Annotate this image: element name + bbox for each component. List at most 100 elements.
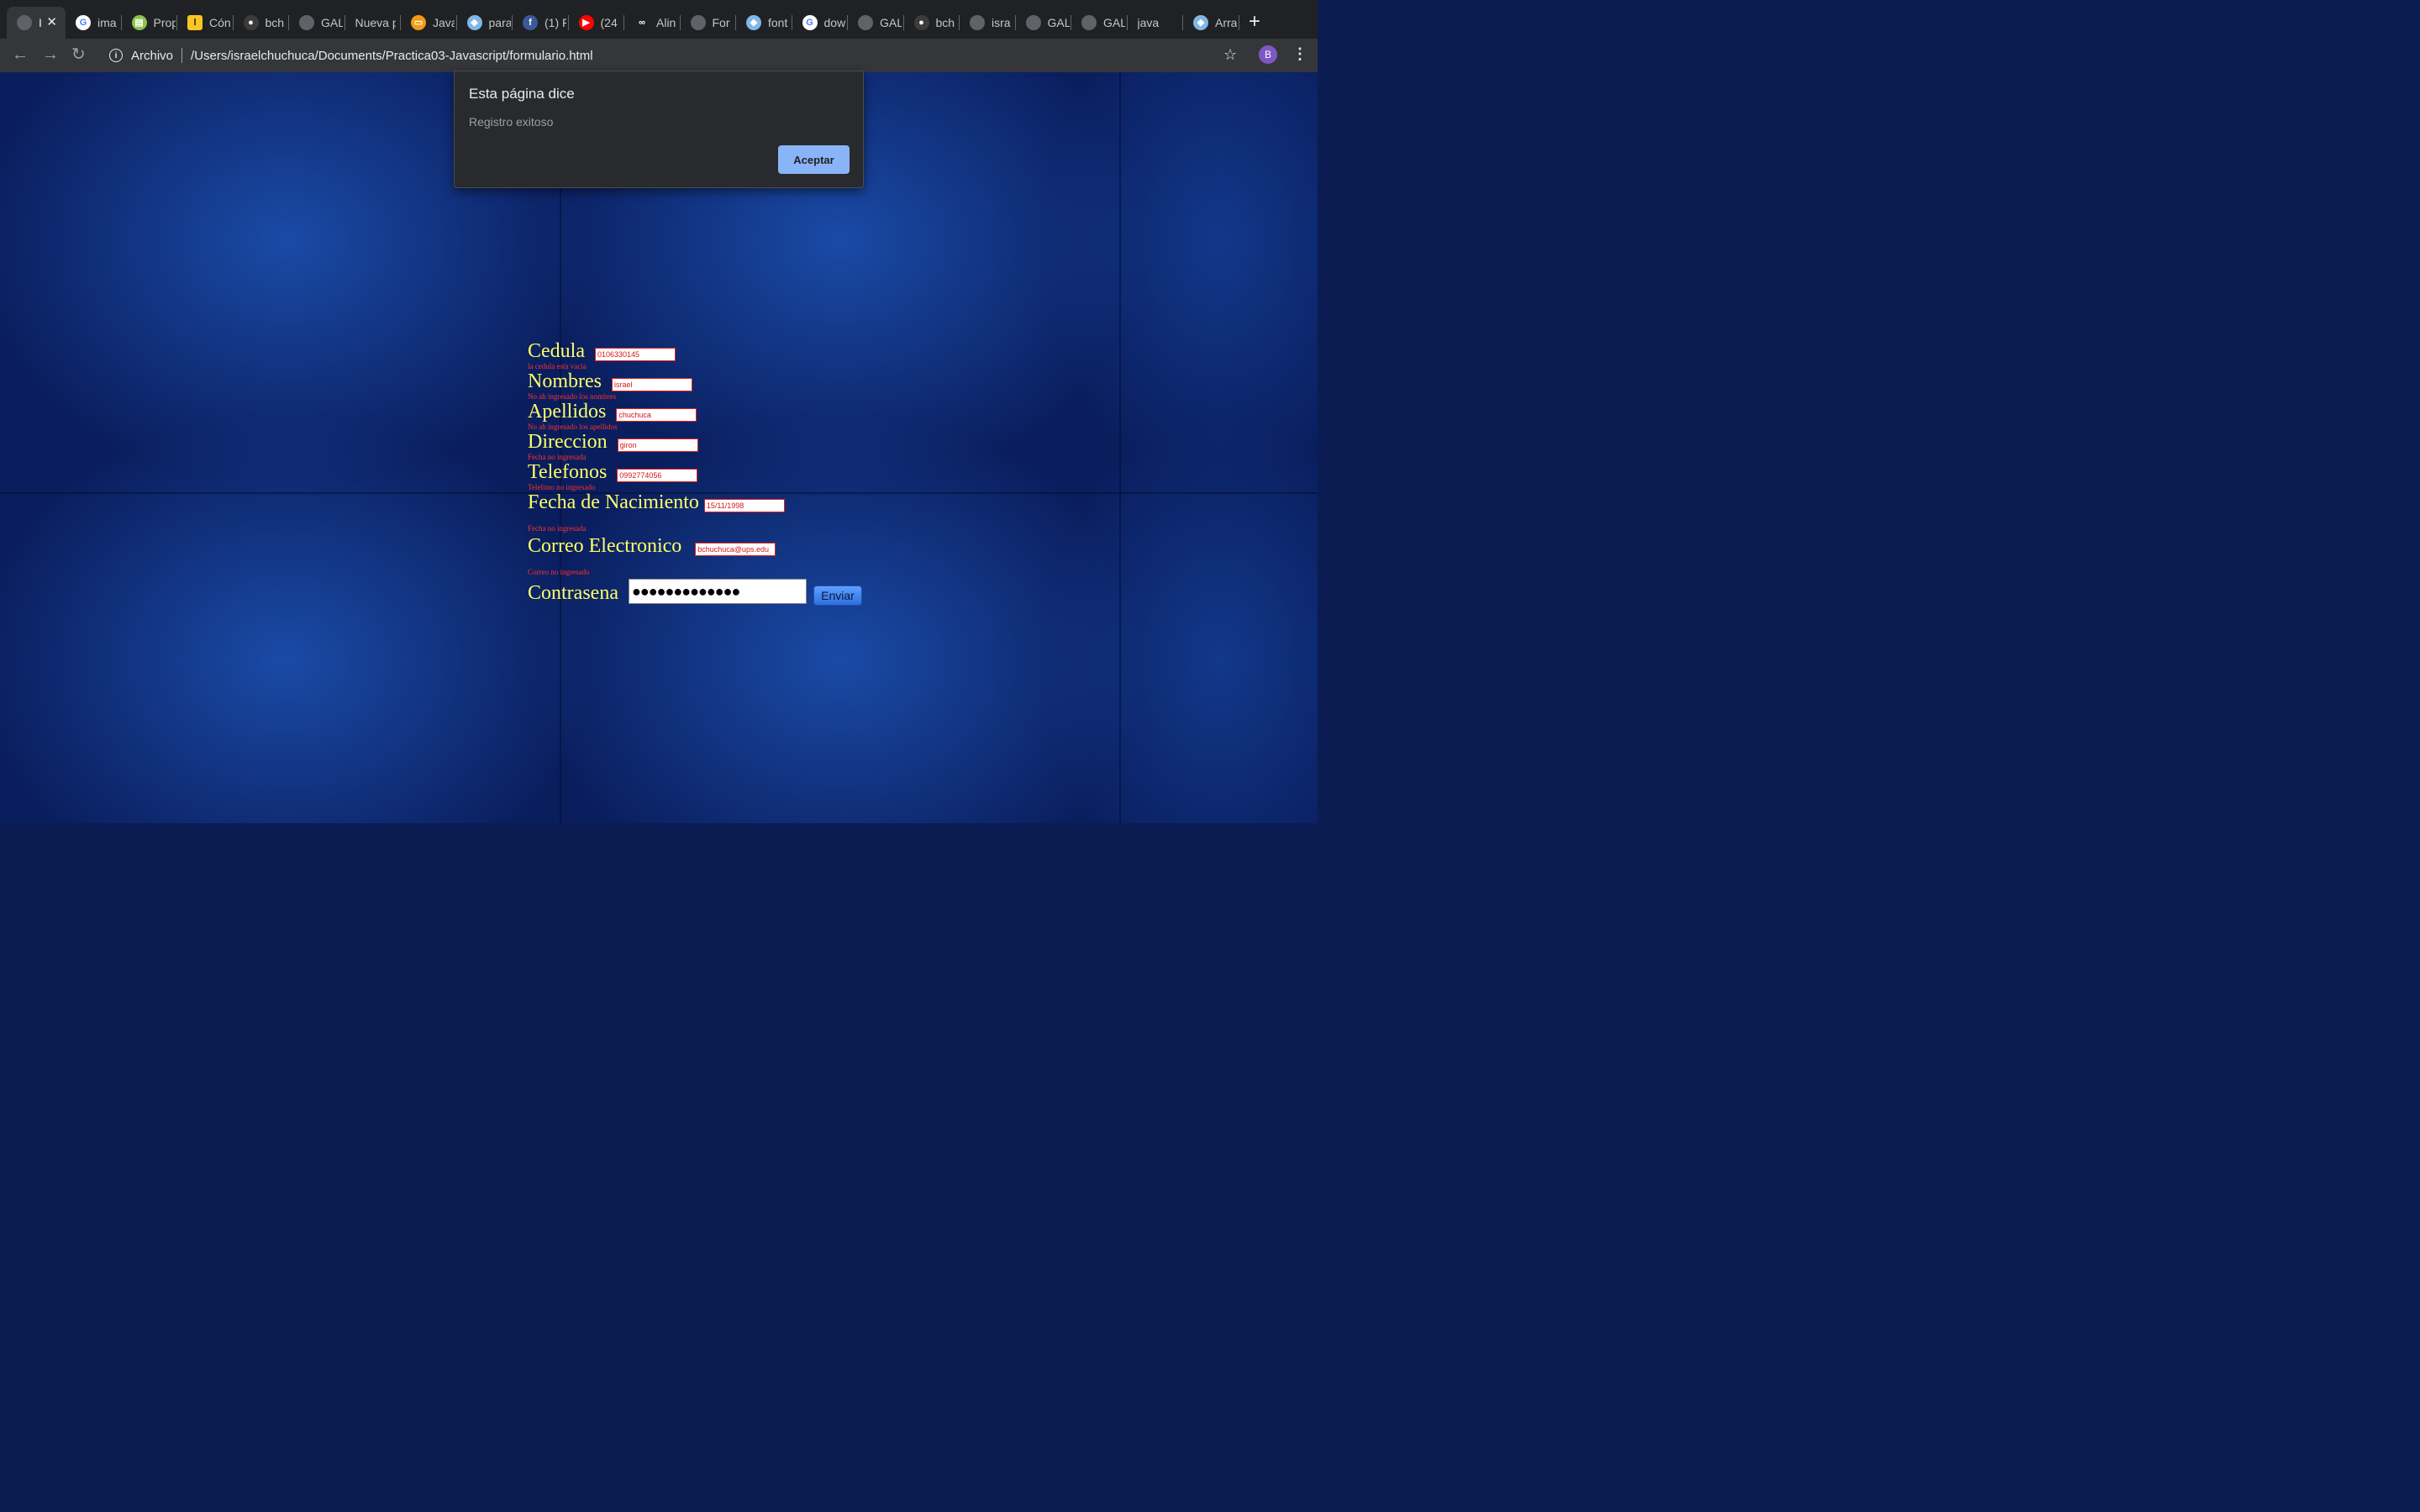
browser-tab[interactable]: ▤ Prop — [122, 7, 177, 39]
browser-tab[interactable]: ▶ (24 — [569, 7, 624, 39]
cedula-row: Cedula 0106330145 — [528, 341, 676, 361]
accept-button[interactable]: Aceptar — [778, 145, 850, 174]
direccion-error: Fecha no ingresada — [528, 453, 587, 461]
browser-tab[interactable]: ● bch — [904, 7, 960, 39]
bookmark-icon: l — [187, 15, 203, 30]
browser-tab[interactable]: ∞ Alin — [624, 7, 681, 39]
tab-title: bch — [265, 16, 285, 29]
browser-tab[interactable]: ◆ Arra — [1183, 7, 1239, 39]
profile-avatar[interactable]: B — [1259, 45, 1277, 64]
direccion-input[interactable]: giron — [617, 438, 698, 452]
browser-tab[interactable]: ◆ para — [457, 7, 513, 39]
apellidos-label: Apellidos — [528, 401, 607, 423]
tab-title: ima — [97, 16, 117, 29]
globe-icon — [17, 15, 32, 30]
apellidos-row: Apellidos chuchuca — [528, 402, 697, 422]
browser-tab[interactable]: Gdow — [792, 7, 848, 39]
info-icon[interactable]: i — [109, 49, 123, 62]
new-tab-button[interactable]: + — [1249, 11, 1260, 33]
correo-label: Correo Electronico — [528, 535, 682, 557]
cedula-error: la cedula esta vacia — [528, 362, 587, 370]
close-icon[interactable]: ✕ — [46, 14, 57, 29]
tab-title: GAL — [880, 16, 902, 29]
correo-input[interactable]: bchuchuca@ups.edu — [695, 543, 776, 556]
bookmark-star-icon[interactable]: ☆ — [1223, 46, 1237, 64]
correo-error: Correo no ingresado — [528, 568, 590, 576]
tab-title: para — [488, 16, 511, 29]
fecha-input[interactable]: 15/11/1998 — [703, 499, 785, 512]
submit-button[interactable]: Enviar — [813, 585, 862, 606]
browser-tab[interactable]: l Cón — [177, 7, 234, 39]
browser-tab[interactable]: isra — [960, 7, 1016, 39]
bird-icon: ◆ — [466, 15, 482, 30]
browser-tab[interactable]: For — [681, 7, 736, 39]
browser-tab[interactable]: GAL — [289, 7, 345, 39]
tab-title: Java — [433, 16, 455, 29]
back-arrow-icon[interactable]: ← — [12, 45, 29, 64]
apellidos-input[interactable]: chuchuca — [616, 408, 697, 422]
dialog-title: Esta página dice — [469, 86, 575, 102]
telefonos-label: Telefonos — [528, 461, 608, 483]
globe-icon — [1025, 15, 1041, 30]
cedula-input[interactable]: 0106330145 — [594, 348, 676, 361]
tab-title: isra — [992, 16, 1011, 29]
github-icon: ● — [243, 15, 259, 30]
tab-title: GAL — [1103, 16, 1125, 29]
cedula-label: Cedula — [528, 340, 585, 362]
forward-arrow-icon[interactable]: → — [42, 45, 59, 64]
dialog-message: Registro exitoso — [469, 115, 554, 129]
browser-tab[interactable]: GAL — [1071, 7, 1128, 39]
tab-title: bch — [935, 16, 955, 29]
apellidos-error: No ah ingresado los apellidos — [528, 423, 618, 431]
tab-title: Nueva p — [355, 16, 396, 29]
tab-title: dow — [823, 16, 846, 29]
menu-kebab-icon[interactable]: ⋮ — [1292, 45, 1307, 63]
globe-icon — [1081, 15, 1097, 30]
alert-dialog: Esta página dice Registro exitoso Acepta… — [454, 71, 864, 188]
tab-title: Alin — [656, 16, 676, 29]
browser-tab[interactable]: Nueva p — [345, 7, 401, 39]
address-bar[interactable]: i Archivo /Users/israelchuchuca/Document… — [99, 43, 1254, 68]
chart-icon: ▤ — [131, 15, 147, 30]
nombres-row: Nombres israel — [528, 371, 692, 391]
telefonos-row: Telefonos 0992774056 — [528, 461, 698, 483]
nombres-input[interactable]: israel — [611, 378, 692, 391]
url-text[interactable]: /Users/israelchuchuca/Documents/Practica… — [191, 49, 593, 63]
presentation-icon: ▭ — [411, 15, 426, 30]
fecha-row: Fecha de Nacimiento 15/11/1998 — [528, 492, 785, 512]
tab-title: GAL — [321, 16, 343, 29]
tab-title: Cón — [209, 16, 231, 29]
correo-row: Correo Electronico bchuchuca@ups.edu — [528, 536, 776, 556]
background-seam — [1119, 72, 1121, 823]
browser-tab[interactable]: GAL — [848, 7, 904, 39]
tab-title: (1) F — [544, 16, 566, 29]
telefonos-input[interactable]: 0992774056 — [617, 469, 698, 482]
tab-strip: I ✕ Gima ▤ Prop l Cón ● bch GAL Nueva p ▭ Java ◆ para f… — [0, 0, 1318, 39]
browser-tab[interactable]: f (1) F — [513, 7, 569, 39]
nombres-label: Nombres — [528, 370, 602, 392]
browser-tab[interactable]: GAL — [1016, 7, 1071, 39]
youtube-icon: ▶ — [578, 15, 594, 30]
password-input[interactable]: ●●●●●●●●●●●●● — [629, 579, 807, 604]
github-icon: ● — [913, 15, 929, 30]
reload-icon[interactable]: ↻ — [71, 45, 86, 64]
direccion-label: Direccion — [528, 431, 608, 453]
bird-icon: ◆ — [1193, 15, 1208, 30]
browser-tab[interactable]: ▭ Java — [401, 7, 457, 39]
tab-title: java — [1137, 16, 1160, 29]
tab-title: Prop — [153, 16, 176, 29]
direccion-row: Direccion giron — [528, 432, 698, 452]
browser-tab[interactable]: java — [1128, 7, 1183, 39]
contrasena-label: Contrasena — [528, 582, 618, 604]
browser-tab[interactable]: Gima — [66, 7, 122, 39]
browser-tab[interactable]: I ✕ — [7, 7, 66, 39]
bird-icon: ◆ — [746, 15, 761, 30]
telefonos-error: Telefono no ingresado — [528, 483, 596, 491]
tab-title: font — [768, 16, 788, 29]
tab-title: For — [712, 16, 730, 29]
browser-tab[interactable]: ● bch — [234, 7, 289, 39]
browser-tab[interactable]: ◆ font — [736, 7, 792, 39]
contrasena-row: Contrasena — [528, 583, 618, 603]
globe-icon — [690, 15, 706, 30]
globe-icon — [299, 15, 314, 30]
